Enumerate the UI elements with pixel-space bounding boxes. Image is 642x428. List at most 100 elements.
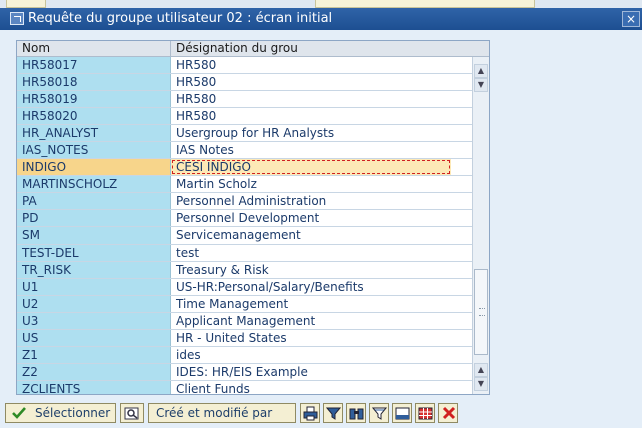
- zoom-button[interactable]: [120, 403, 144, 423]
- cell-name[interactable]: SM: [17, 227, 171, 244]
- cell-name[interactable]: TEST-DEL: [17, 244, 171, 261]
- scroll-page-up-icon[interactable]: ▲: [474, 363, 488, 377]
- table-body: HR58017 HR580 HR58018 HR580 HR58019 HR580 HR58…: [17, 57, 489, 394]
- window-title: Requête du groupe utilisateur 02 : écran…: [28, 11, 333, 26]
- cell-designation[interactable]: Client Funds: [171, 380, 451, 394]
- layout-button[interactable]: [392, 403, 412, 423]
- table-row[interactable]: PD Personnel Development: [17, 210, 489, 228]
- cell-name[interactable]: Z1: [17, 346, 171, 363]
- table-row[interactable]: HR58020 HR580: [17, 108, 489, 126]
- filter-settings-button[interactable]: [369, 403, 389, 423]
- dialog-content: Nom Désignation du grou HR58017 HR580 HR58…: [0, 30, 642, 398]
- vertical-scrollbar[interactable]: ▲ ▼ ▲ ▼: [472, 57, 489, 394]
- user-group-table: Nom Désignation du grou HR58017 HR580 HR58…: [16, 40, 490, 395]
- table-row[interactable]: TEST-DEL test: [17, 244, 489, 262]
- cell-name[interactable]: ZCLIENTS: [17, 380, 171, 394]
- cell-designation[interactable]: US-HR:Personal/Salary/Benefits: [171, 278, 451, 295]
- cell-name[interactable]: U2: [17, 295, 171, 312]
- find-button[interactable]: [346, 403, 366, 423]
- cell-designation[interactable]: CESI INDIGO: [171, 159, 451, 176]
- cell-name[interactable]: IAS_NOTES: [17, 142, 171, 159]
- scroll-page-down-icon[interactable]: ▼: [474, 377, 488, 391]
- table-row[interactable]: HR58018 HR580: [17, 74, 489, 92]
- table-row[interactable]: Z1 ides: [17, 346, 489, 364]
- cell-designation[interactable]: ides: [171, 346, 451, 363]
- table-row[interactable]: US HR - United States: [17, 329, 489, 347]
- cell-designation[interactable]: HR580: [171, 57, 451, 74]
- background-tab: [6, 0, 46, 8]
- cell-name[interactable]: PA: [17, 193, 171, 210]
- cell-name[interactable]: PD: [17, 210, 171, 227]
- scroll-thumb[interactable]: [474, 269, 488, 355]
- print-button[interactable]: [300, 403, 320, 423]
- cell-name[interactable]: MARTINSCHOLZ: [17, 176, 171, 193]
- checkmark-icon: [12, 407, 26, 419]
- table-icon: [418, 407, 433, 420]
- cell-name[interactable]: INDIGO: [17, 159, 171, 176]
- cell-name[interactable]: TR_RISK: [17, 261, 171, 278]
- window-icon: [10, 12, 24, 25]
- cell-name[interactable]: HR58019: [17, 91, 171, 108]
- cell-name[interactable]: Z2: [17, 363, 171, 380]
- cell-designation[interactable]: Martin Scholz: [171, 176, 451, 193]
- table-row[interactable]: ZCLIENTS Client Funds: [17, 380, 489, 394]
- cell-name[interactable]: HR58020: [17, 108, 171, 125]
- table-row[interactable]: U2 Time Management: [17, 295, 489, 313]
- cell-designation[interactable]: Usergroup for HR Analysts: [171, 125, 451, 142]
- table-button[interactable]: [415, 403, 435, 423]
- cancel-button[interactable]: [438, 403, 458, 423]
- cell-designation[interactable]: Applicant Management: [171, 312, 451, 329]
- scroll-up-icon[interactable]: ▲: [474, 64, 488, 78]
- scroll-down-icon[interactable]: ▼: [474, 78, 488, 92]
- cell-name[interactable]: U1: [17, 278, 171, 295]
- zoom-icon: [124, 407, 139, 420]
- created-modified-button[interactable]: Créé et modifié par: [148, 403, 296, 423]
- table-row[interactable]: U1 US-HR:Personal/Salary/Benefits: [17, 278, 489, 296]
- cell-name[interactable]: U3: [17, 312, 171, 329]
- column-header-designation[interactable]: Désignation du grou: [171, 41, 451, 56]
- select-button-label: Sélectionner: [35, 406, 111, 420]
- cell-designation[interactable]: HR580: [171, 108, 451, 125]
- cell-designation[interactable]: HR - United States: [171, 329, 451, 346]
- cell-designation[interactable]: IDES: HR/EIS Example: [171, 363, 451, 380]
- table-row[interactable]: Z2 IDES: HR/EIS Example: [17, 363, 489, 381]
- table-row[interactable]: HR_ANALYST Usergroup for HR Analysts: [17, 125, 489, 143]
- table-row[interactable]: SM Servicemanagement: [17, 227, 489, 245]
- filter-settings-icon: [372, 407, 387, 420]
- select-button[interactable]: Sélectionner: [5, 403, 116, 423]
- cell-name[interactable]: HR_ANALYST: [17, 125, 171, 142]
- cell-designation[interactable]: Time Management: [171, 295, 451, 312]
- table-row[interactable]: MARTINSCHOLZ Martin Scholz: [17, 176, 489, 194]
- cell-name[interactable]: HR58017: [17, 57, 171, 74]
- dialog-toolbar: Sélectionner Créé et modifié par: [0, 398, 642, 428]
- cell-designation[interactable]: IAS Notes: [171, 142, 451, 159]
- table-row[interactable]: TR_RISK Treasury & Risk: [17, 261, 489, 279]
- cancel-icon: [442, 406, 456, 420]
- table-row[interactable]: IAS_NOTES IAS Notes: [17, 142, 489, 160]
- window-title-bar: Requête du groupe utilisateur 02 : écran…: [0, 8, 642, 30]
- table-row[interactable]: U3 Applicant Management: [17, 312, 489, 330]
- find-icon: [349, 408, 364, 420]
- close-button[interactable]: ×: [622, 11, 640, 27]
- cell-name[interactable]: HR58018: [17, 74, 171, 91]
- table-header: Nom Désignation du grou: [17, 41, 489, 57]
- filter-button[interactable]: [323, 403, 343, 423]
- cell-designation[interactable]: Treasury & Risk: [171, 261, 451, 278]
- created-modified-label: Créé et modifié par: [156, 406, 273, 420]
- cell-name[interactable]: US: [17, 329, 171, 346]
- cell-designation[interactable]: HR580: [171, 74, 451, 91]
- table-row[interactable]: HR58017 HR580: [17, 57, 489, 75]
- background-tab: [315, 0, 535, 8]
- cell-designation[interactable]: test: [171, 244, 451, 261]
- cell-designation[interactable]: Personnel Development: [171, 210, 451, 227]
- table-row[interactable]: INDIGO CESI INDIGO: [17, 159, 489, 177]
- table-row[interactable]: PA Personnel Administration: [17, 193, 489, 211]
- layout-icon: [395, 407, 410, 420]
- filter-icon: [326, 407, 341, 420]
- cell-designation[interactable]: Servicemanagement: [171, 227, 451, 244]
- cell-designation[interactable]: Personnel Administration: [171, 193, 451, 210]
- cell-designation[interactable]: HR580: [171, 91, 451, 108]
- table-row[interactable]: HR58019 HR580: [17, 91, 489, 109]
- column-header-nom[interactable]: Nom: [17, 41, 171, 56]
- print-icon: [303, 406, 318, 421]
